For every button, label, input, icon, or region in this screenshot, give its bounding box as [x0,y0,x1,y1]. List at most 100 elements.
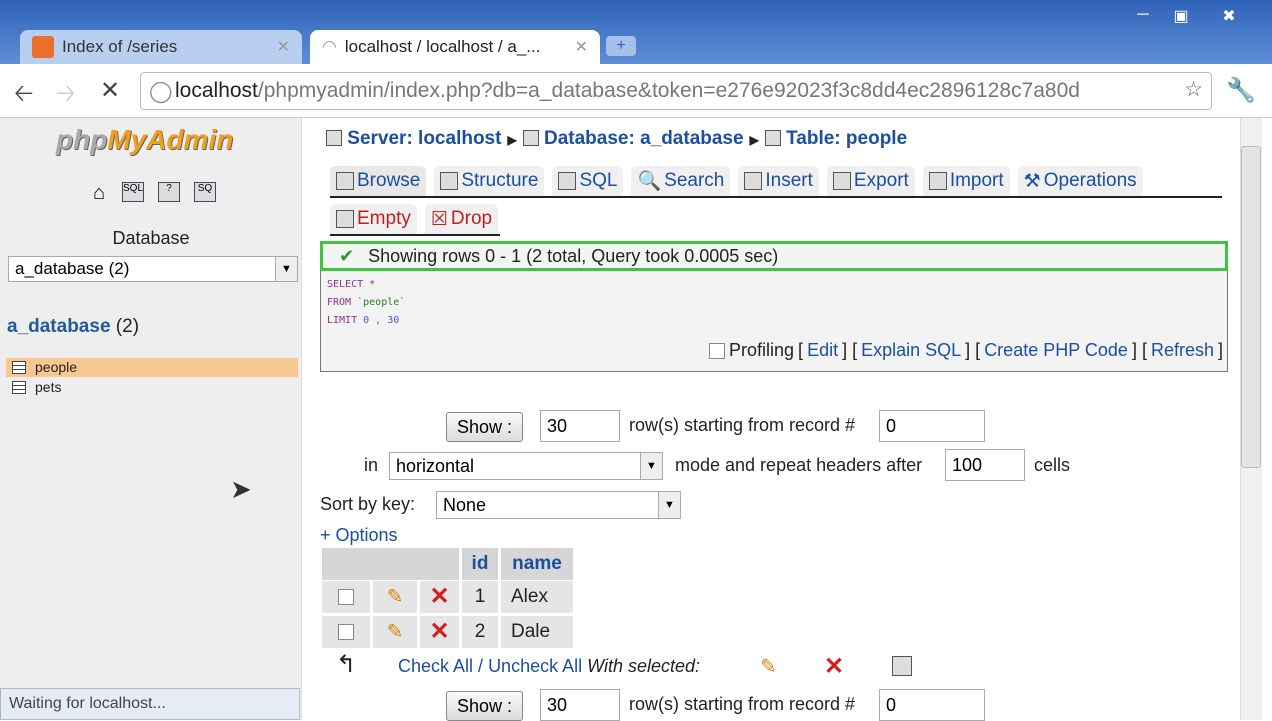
sort-value: None [443,495,487,515]
rows-input-bottom[interactable]: 30 [540,689,620,721]
url-host: localhost [175,79,258,102]
tab-label: Structure [461,170,539,191]
delete-x-icon[interactable]: ✕ [420,616,459,648]
chevron-down-icon: ▼ [275,257,297,281]
header-id[interactable]: id [462,548,498,580]
delete-x-icon[interactable]: ✕ [420,581,459,613]
sql-keyword: LIMIT [327,315,364,326]
structure-icon [440,172,459,190]
breadcrumb: Server: localhost ▶ Database: a_database ▶… [326,128,907,150]
tab-insert[interactable]: Insert [738,166,819,196]
browser-tab-phpmyadmin[interactable]: ◠ localhost / localhost / a_... ✕ [310,30,600,64]
bulk-delete-x-icon[interactable]: ✕ [824,652,844,681]
create-php-code-link[interactable]: Create PHP Code [984,340,1128,361]
import-icon [928,172,947,190]
close-window-button[interactable]: ✖ [1212,6,1246,26]
stop-button[interactable]: ✕ [100,76,120,105]
back-button[interactable]: 🡠 [14,76,33,117]
sidebar-table-pets[interactable]: pets [6,378,298,397]
display-mode-select[interactable]: horizontal ▼ [389,452,663,480]
browser-tab-index[interactable]: Index of /series ✕ [20,30,302,64]
arrow-right-icon: ▶ [749,133,759,147]
row-checkbox[interactable] [338,588,354,605]
tab-label: Operations [1043,170,1137,191]
sql-query-icon[interactable]: SQL [122,182,144,202]
sort-select[interactable]: None ▼ [436,491,681,519]
rows-input[interactable]: 30 [540,410,620,442]
home-icon[interactable]: ⌂ [88,182,110,204]
wrench-menu-icon[interactable]: 🔧 [1226,76,1256,105]
show-button[interactable]: Show : [446,412,524,442]
xampp-icon [32,36,54,58]
edit-pencil-icon[interactable]: ✎ [373,581,417,613]
globe-icon: ◯ [149,80,173,103]
table-label: people [35,359,78,375]
tab-structure[interactable]: Structure [434,166,545,196]
table-icon [12,361,26,374]
close-tab-icon[interactable]: ✕ [575,37,588,57]
repeat-headers-input[interactable]: 100 [945,449,1025,481]
tab-operations[interactable]: ⚒ Operations [1017,166,1143,196]
header-actions [322,548,459,580]
database-select[interactable]: a_database (2) ▼ [8,256,298,282]
tab-label: Search [664,170,725,191]
tab-title: Index of /series [62,37,178,56]
uncheck-all-link[interactable]: Uncheck All [488,656,582,676]
database-count: (2) [115,316,140,337]
refresh-link[interactable]: Refresh [1151,340,1214,361]
sql-table: `people` [357,297,406,308]
checkmark-icon: ✔ [339,246,355,266]
edit-pencil-icon[interactable]: ✎ [373,616,417,648]
insert-icon [744,172,763,190]
profiling-checkbox[interactable] [709,342,726,359]
new-tab-button[interactable]: + [606,36,636,56]
tab-sql[interactable]: SQL [552,166,624,196]
minimize-button[interactable]: ─ [1126,6,1160,26]
check-all-link[interactable]: Check All [398,656,473,676]
bulk-edit-pencil-icon[interactable]: ✎ [760,654,777,679]
starting-label: row(s) starting from record # [629,415,856,435]
breadcrumb-table[interactable]: Table: people [786,128,907,149]
database-icon [522,130,539,146]
tab-drop[interactable]: ☒ Drop [424,204,499,234]
table-icon [12,381,26,394]
tab-export[interactable]: Export [826,166,915,196]
tab-empty[interactable]: Empty [330,204,417,234]
help-icon[interactable]: ? [158,182,180,202]
start-record-input[interactable]: 0 [879,410,985,442]
database-link[interactable]: a_database (2) [7,316,139,338]
tab-label: Export [853,170,909,191]
close-tab-icon[interactable]: ✕ [277,37,290,57]
success-message: ✔ Showing rows 0 - 1 (2 total, Query took… [320,241,1228,271]
tab-label: Insert [765,170,813,191]
star-icon[interactable]: ☆ [1184,77,1203,102]
tab-label: Drop [450,208,493,229]
sql-docs-icon[interactable]: SQ [194,182,216,202]
forward-button[interactable]: 🡢 [56,76,75,117]
options-link[interactable]: + Options [320,525,398,546]
show-button-bottom[interactable]: Show : [446,691,524,721]
edit-link[interactable]: Edit [807,340,838,361]
cell-id: 1 [462,581,498,613]
tab-label: Import [949,170,1004,191]
sql-actions: Profiling[ Edit ] [ Explain SQL ] [ Crea… [709,340,1223,361]
chevron-down-icon: ▼ [640,453,662,479]
scrollbar-thumb[interactable] [1241,146,1261,468]
maximize-button[interactable]: ▣ [1164,6,1198,26]
explain-sql-link[interactable]: Explain SQL [861,340,961,361]
bulk-export-icon[interactable] [892,656,912,676]
address-bar[interactable]: ◯ localhost/phpmyadmin/index.php?db=a_dat… [140,72,1212,110]
sidebar-table-people[interactable]: people [6,358,298,377]
sql-line: FROM `people` [327,297,405,308]
start-record-input-bottom[interactable]: 0 [879,689,985,721]
tab-browse[interactable]: Browse [330,166,427,196]
loading-spinner-icon: ◠ [322,37,337,56]
row-checkbox[interactable] [338,623,354,640]
phpmyadmin-logo[interactable]: phpMyAdmin [56,124,233,156]
tab-import[interactable]: Import [922,166,1010,196]
breadcrumb-server[interactable]: Server: localhost [347,128,501,149]
breadcrumb-database[interactable]: Database: a_database [544,128,744,149]
tab-search[interactable]: 🔍 Search [631,166,731,196]
check-links: Check All / Uncheck All With selected: [398,656,700,677]
header-name[interactable]: name [501,548,573,580]
